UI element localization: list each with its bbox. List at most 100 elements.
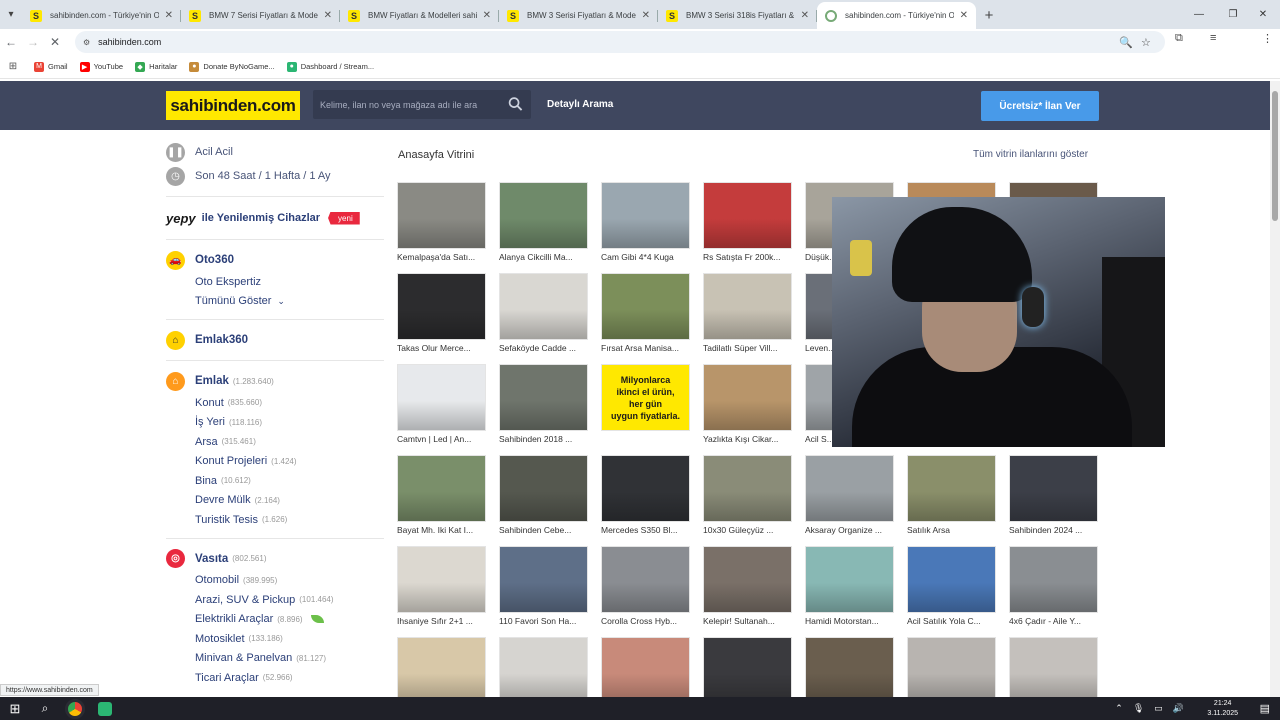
clock[interactable]: 21:24 3.11.2025 [1207,699,1238,719]
stop-loading-icon[interactable]: ✕ [44,35,66,49]
listing-title[interactable]: Bayat Mh. Iki Kat I... [397,525,487,535]
listing-thumbnail[interactable] [397,364,486,431]
notification-icon[interactable]: ▤ [1260,702,1270,715]
listing-thumbnail[interactable] [1009,637,1098,704]
menu-icon[interactable]: ⋮ [1262,32,1273,45]
search-input[interactable]: Kelime, ilan no veya mağaza adı ile ara [313,90,531,119]
listing-card[interactable]: Corolla Cross Hyb... [601,546,691,632]
listing-title[interactable]: Acil Satılık Yola C... [907,616,997,626]
emlak-sub-0[interactable]: Konut (835.660) [166,393,386,413]
close-window-icon[interactable]: ✕ [1246,0,1280,29]
listing-title[interactable]: 110 Favori Son Ha... [499,616,589,626]
listing-thumbnail[interactable] [499,637,588,704]
listing-thumbnail[interactable] [703,455,792,522]
listing-thumbnail[interactable] [397,273,486,340]
listing-title[interactable]: 10x30 Güleçyüz ... [703,525,793,535]
extensions-icon[interactable]: ⧉ [1175,32,1183,45]
listing-thumbnail[interactable] [703,546,792,613]
emlak-sub-5[interactable]: Devre Mülk (2.164) [166,491,386,511]
listing-card[interactable]: 10x30 Güleçyüz ... [703,455,793,541]
listing-card[interactable]: Milyonlarca ikinci el ürün, her gün uygun f… [601,364,691,450]
listing-title[interactable]: Alanya Cikcilli Ma... [499,252,589,262]
listing-title[interactable]: Rs Satışta Fr 200k... [703,252,793,262]
emlak-sub-1[interactable]: İş Yeri (118.116) [166,413,386,433]
listing-thumbnail[interactable] [601,637,690,704]
listing-card[interactable]: Mercedes S350 Bl... [601,455,691,541]
listing-thumbnail[interactable] [601,455,690,522]
bookmark-2[interactable]: ◆ Haritalar [135,61,177,72]
post-ad-button[interactable]: Ücretsiz* İlan Ver [981,91,1099,121]
urgent-link[interactable]: ❚❚ Acil Acil [166,140,386,164]
tab-0[interactable]: Ssahibinden.com - Türkiye'nin O ✕ [22,2,181,29]
listing-title[interactable]: Tadilatlı Süper Vill... [703,343,793,353]
listing-thumbnail[interactable] [1009,455,1098,522]
listing-title[interactable]: Kemalpaşa'da Satı... [397,252,487,262]
listing-card[interactable]: Sefaköyde Cadde ... [499,273,589,359]
site-info-icon[interactable]: ⚙ [83,38,90,47]
listing-thumbnail[interactable] [499,455,588,522]
show-all-link[interactable]: Tümünü Göster ⌄ [166,292,386,312]
listing-card[interactable]: Aksaray Organize ... [805,455,895,541]
vasita-sub-0[interactable]: Otomobil (389.995) [166,571,386,591]
volume-icon[interactable]: 🔊 [1173,703,1184,714]
listing-thumbnail[interactable] [397,182,486,249]
category-oto360[interactable]: 🚗 Oto360 [166,248,386,272]
tab-search-icon[interactable]: ▾ [0,0,22,29]
listing-thumbnail[interactable] [1009,546,1098,613]
listing-thumbnail[interactable] [397,546,486,613]
listing-card[interactable]: Sahibinden 2024 ... [1009,455,1099,541]
close-tab-icon[interactable]: ✕ [642,10,650,21]
listing-thumbnail[interactable] [703,637,792,704]
listing-card[interactable]: 110 Favori Son Ha... [499,546,589,632]
listing-thumbnail[interactable] [703,364,792,431]
app-icon[interactable] [90,697,120,720]
media-icon[interactable]: ≡ [1210,32,1216,44]
bookmark-4[interactable]: ● Dashboard / Stream... [286,61,374,72]
listing-card[interactable]: Sahibinden Cebe... [499,455,589,541]
listing-thumbnail[interactable] [703,182,792,249]
listing-thumbnail[interactable] [805,546,894,613]
listing-thumbnail[interactable] [601,273,690,340]
listing-title[interactable]: Yazlıkta Kışı Cikar... [703,434,793,444]
tab-5[interactable]: sahibinden.com - Türkiye'nin O ✕ [817,2,976,29]
listing-title[interactable]: Sefaköyde Cadde ... [499,343,589,353]
close-tab-icon[interactable]: ✕ [960,10,968,21]
listing-card[interactable]: Yazlıkta Kışı Cikar... [703,364,793,450]
bookmark-0[interactable]: M Gmail [34,61,68,72]
category-vasita[interactable]: ◎ Vasıta (802.561) [166,547,386,571]
listing-card[interactable]: Sahibinden 2018 ... [499,364,589,450]
listing-thumbnail[interactable] [397,637,486,704]
scrollbar-thumb[interactable] [1272,91,1278,221]
new-tab-button[interactable]: + [976,2,1002,29]
minimize-icon[interactable]: — [1182,0,1216,29]
back-icon[interactable]: ← [0,35,22,49]
vasita-sub-2[interactable]: Elektrikli Araçlar (8.896) [166,610,386,630]
vasita-sub-1[interactable]: Arazi, SUV & Pickup (101.464) [166,590,386,610]
listing-title[interactable]: Cam Gibi 4*4 Kuga [601,252,691,262]
search-icon[interactable] [508,95,523,113]
listing-title[interactable]: Aksaray Organize ... [805,525,895,535]
listing-card[interactable]: Kelepir! Sultanah... [703,546,793,632]
network-icon[interactable]: ▭ [1154,703,1163,714]
emlak-sub-6[interactable]: Turistik Tesis (1.626) [166,510,386,530]
listing-title[interactable]: Corolla Cross Hyb... [601,616,691,626]
microphone-icon[interactable]: 🎙 [1133,703,1144,714]
emlak-sub-2[interactable]: Arsa (315.461) [166,432,386,452]
close-tab-icon[interactable]: ✕ [483,10,491,21]
listing-title[interactable]: Ihsaniye Sıfır 2+1 ... [397,616,487,626]
tab-2[interactable]: S BMW Fiyatları & Modelleri sahi ✕ [340,2,499,29]
listing-card[interactable]: Tadilatlı Süper Vill... [703,273,793,359]
listing-thumbnail[interactable] [499,364,588,431]
vasita-sub-4[interactable]: Minivan & Panelvan (81.127) [166,649,386,669]
bookmark-star-icon[interactable]: ☆ [1141,31,1151,53]
listing-card[interactable]: Satılık Arsa [907,455,997,541]
category-emlak[interactable]: ⌂ Emlak (1.283.640) [166,369,386,393]
windows-start-icon[interactable]: ⊞ [0,697,30,720]
listing-thumbnail[interactable] [703,273,792,340]
address-bar[interactable]: ⚙ sahibinden.com 🔍 ☆ [75,31,1165,53]
listing-title[interactable]: Camtvn | Led | An... [397,434,487,444]
zoom-icon[interactable]: 🔍 [1119,31,1133,53]
listing-card[interactable]: Hamidi Motorstan... [805,546,895,632]
close-tab-icon[interactable]: ✕ [801,10,809,21]
forward-icon[interactable]: → [22,35,44,49]
